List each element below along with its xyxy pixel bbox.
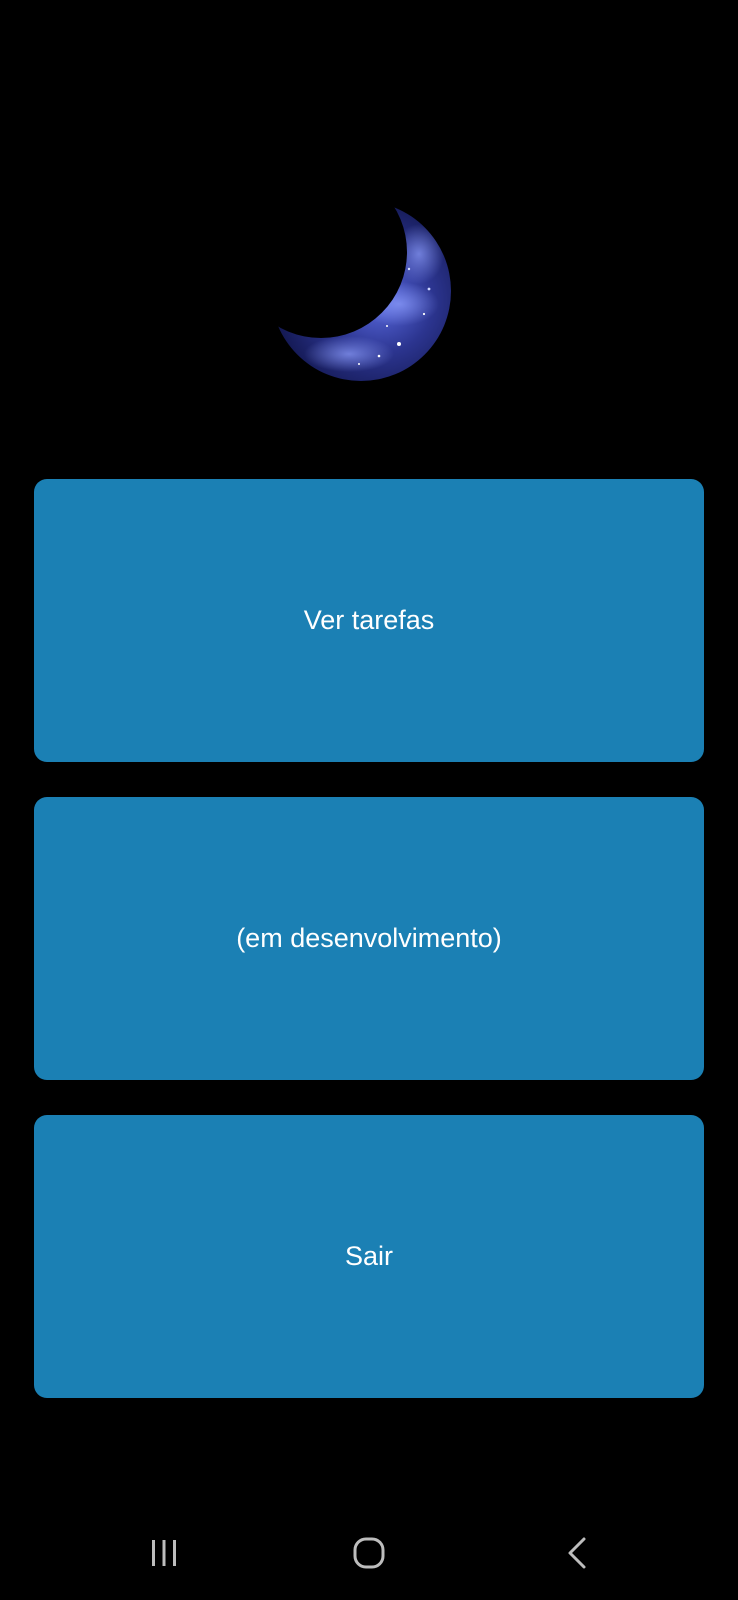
recent-apps-icon	[152, 1539, 176, 1566]
crescent-moon-icon	[259, 194, 459, 388]
app-logo	[259, 194, 459, 388]
recent-apps-button[interactable]	[109, 1505, 219, 1600]
sair-button[interactable]: Sair	[34, 1115, 704, 1398]
em-desenvolvimento-button[interactable]: (em desenvolvimento)	[34, 797, 704, 1080]
back-button[interactable]	[522, 1505, 632, 1600]
home-button[interactable]	[314, 1505, 424, 1600]
system-navigation-bar	[0, 1505, 738, 1600]
back-icon	[568, 1537, 586, 1568]
ver-tarefas-button[interactable]: Ver tarefas	[34, 479, 704, 762]
home-icon	[353, 1537, 385, 1568]
